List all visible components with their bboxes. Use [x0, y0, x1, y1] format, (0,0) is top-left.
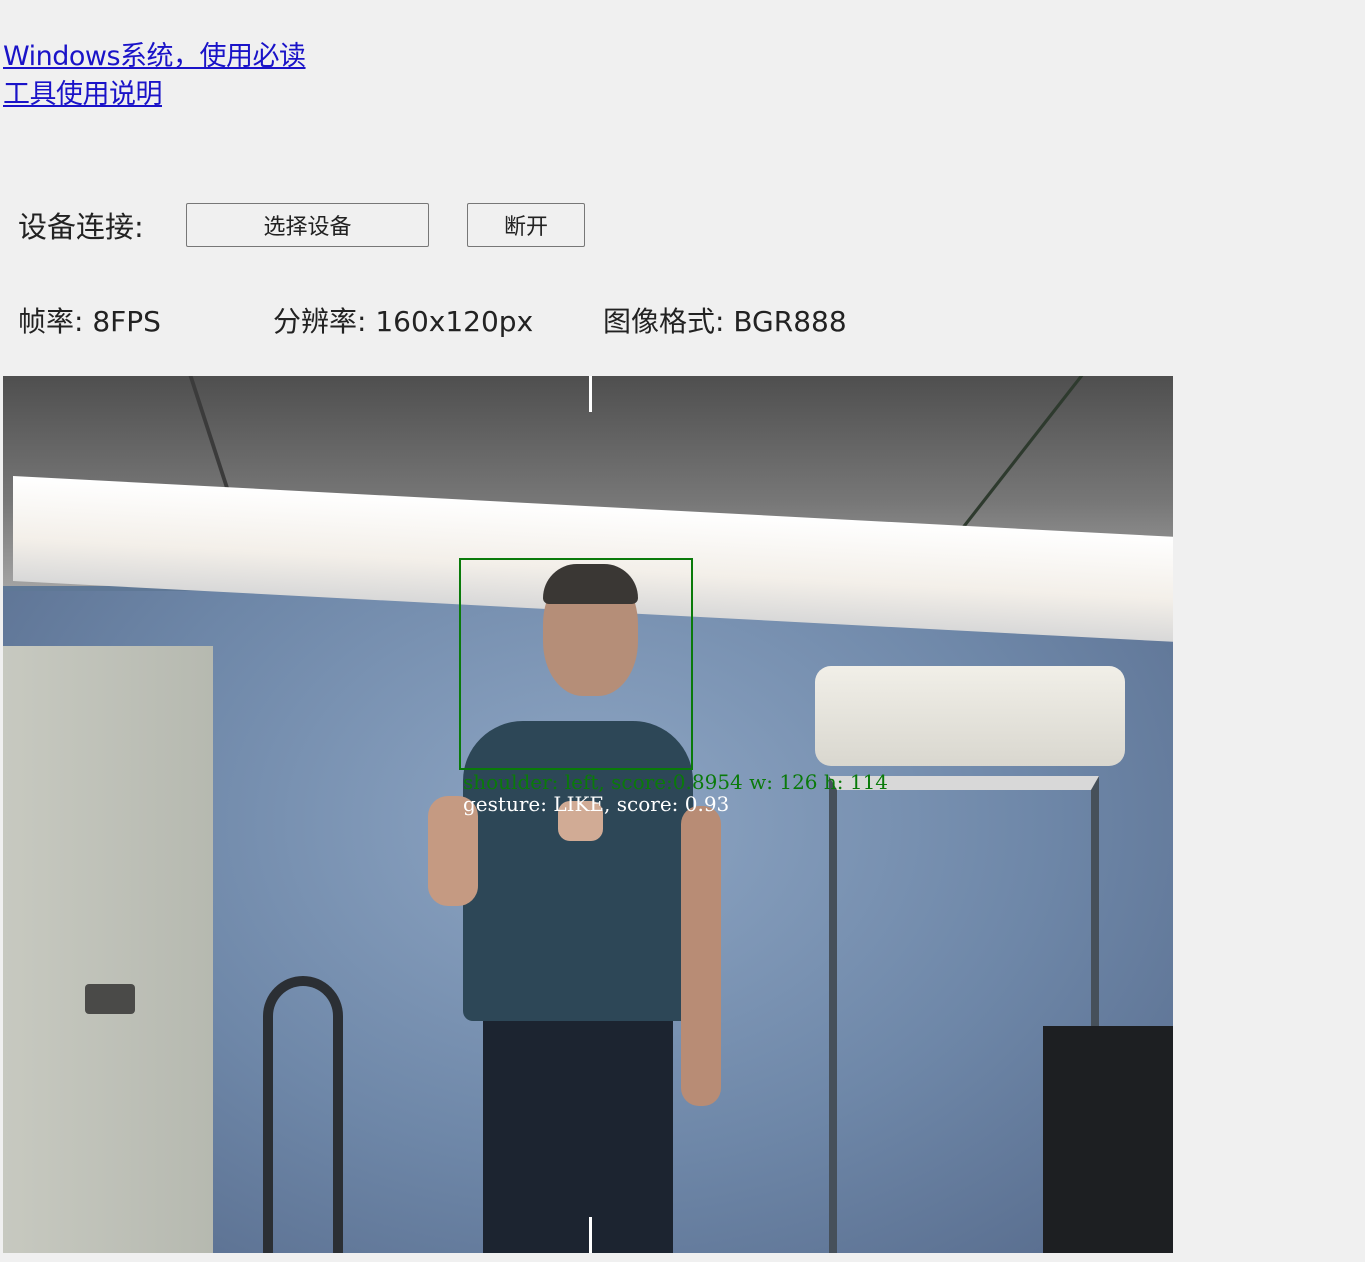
device-connection-row: 设备连接: 选择设备 断开: [18, 202, 585, 247]
person-legs: [483, 1006, 673, 1253]
center-marker-top: [589, 376, 592, 412]
camera-video-frame: shoulder: left, score:0.8954 w: 126 h: 1…: [3, 376, 1173, 1253]
scene-air-conditioner: [815, 666, 1125, 766]
windows-readme-link[interactable]: Windows系统，使用必读: [3, 38, 306, 76]
frame-rate-text: 帧率: 8FPS: [18, 305, 161, 338]
scene-stand: [263, 976, 343, 1253]
disconnect-button[interactable]: 断开: [467, 202, 585, 247]
gesture-label: gesture: LIKE, score: 0.93: [463, 792, 730, 816]
scene-dark-object: [1043, 1026, 1173, 1253]
detection-bounding-box: [459, 558, 693, 770]
image-format-text: 图像格式: BGR888: [603, 305, 847, 338]
help-links: Windows系统，使用必读 工具使用说明: [3, 38, 306, 114]
resolution-text: 分辨率: 160x120px: [273, 305, 534, 338]
select-device-button[interactable]: 选择设备: [186, 202, 429, 247]
scene-door: [3, 646, 213, 1253]
tool-manual-link[interactable]: 工具使用说明: [3, 76, 306, 114]
center-marker-bottom: [589, 1217, 592, 1253]
detection-label: shoulder: left, score:0.8954 w: 126 h: 1…: [463, 770, 889, 794]
scene-door-handle: [85, 984, 135, 1014]
person-right-arm: [681, 806, 721, 1106]
stream-info-row: 帧率: 8FPS 分辨率: 160x120px 图像格式: BGR888: [18, 300, 847, 340]
device-connection-label: 设备连接:: [18, 209, 144, 244]
